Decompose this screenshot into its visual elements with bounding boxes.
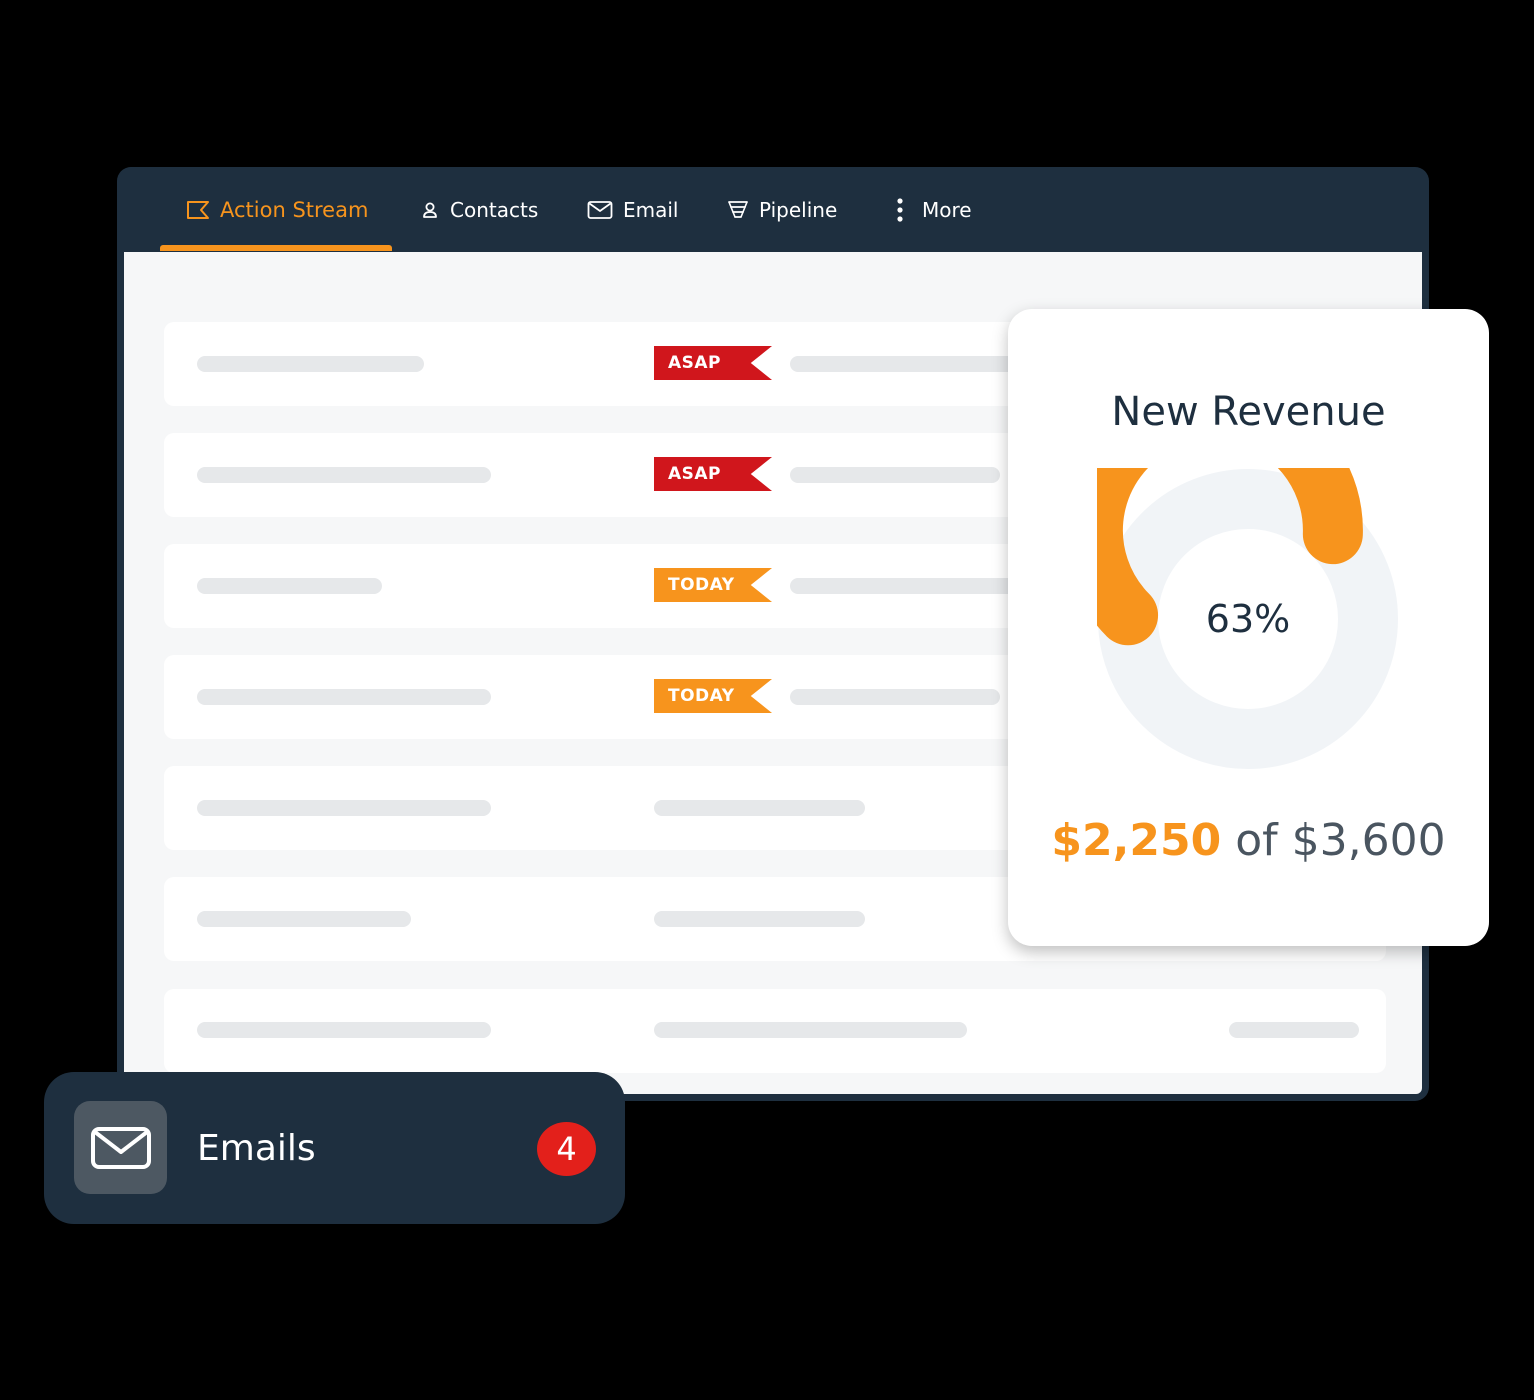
revenue-target-amount: $3,600	[1291, 815, 1446, 866]
nav-tab-contacts[interactable]: Contacts	[420, 167, 538, 252]
nav-tab-label: Pipeline	[759, 197, 838, 222]
nav-tab-label: Action Stream	[220, 197, 369, 222]
nav-tab-more[interactable]: More	[894, 167, 972, 252]
placeholder-bar	[654, 800, 865, 816]
placeholder-bar	[1229, 1022, 1359, 1038]
revenue-amount: $2,250 of $3,600	[1008, 815, 1489, 866]
placeholder-bar	[197, 911, 411, 927]
priority-flag: ASAP	[654, 346, 772, 380]
action-stream-icon	[186, 200, 210, 220]
active-tab-indicator	[160, 245, 392, 251]
stage: Action Stream Contacts Email Pipeline Mo…	[0, 0, 1534, 1400]
new-revenue-card: New Revenue 63% $2,250 of $3,600	[1008, 309, 1489, 946]
envelope-icon	[587, 200, 613, 220]
priority-flag: TODAY	[654, 679, 772, 713]
funnel-icon	[727, 199, 749, 221]
emails-label: Emails	[197, 1127, 316, 1169]
revenue-percent: 63%	[1205, 597, 1291, 641]
emails-notification[interactable]: Emails 4	[44, 1072, 625, 1224]
placeholder-bar	[197, 1022, 491, 1038]
placeholder-bar	[197, 467, 491, 483]
nav-tab-label: Email	[623, 197, 679, 222]
nav-tab-email[interactable]: Email	[587, 167, 679, 252]
nav-tab-label: More	[922, 197, 972, 222]
revenue-title: New Revenue	[1111, 389, 1386, 435]
placeholder-bar	[654, 911, 865, 927]
placeholder-bar	[790, 689, 1000, 705]
vertical-dots-icon	[894, 197, 906, 223]
stream-row[interactable]	[164, 989, 1386, 1073]
placeholder-bar	[197, 800, 491, 816]
placeholder-bar	[197, 578, 382, 594]
unread-count-badge: 4	[537, 1122, 596, 1176]
placeholder-bar	[790, 578, 1040, 594]
nav-tab-pipeline[interactable]: Pipeline	[727, 167, 837, 252]
nav-tab-label: Contacts	[450, 197, 539, 222]
priority-flag: TODAY	[654, 568, 772, 602]
revenue-current-amount: $2,250	[1051, 815, 1222, 866]
email-tile	[74, 1101, 167, 1194]
person-icon	[420, 200, 440, 220]
revenue-separator: of	[1235, 815, 1278, 866]
placeholder-bar	[790, 467, 1000, 483]
envelope-icon	[90, 1126, 151, 1169]
nav-tab-action-stream[interactable]: Action Stream	[186, 167, 368, 252]
priority-flag: ASAP	[654, 457, 772, 491]
placeholder-bar	[654, 1022, 967, 1038]
top-navigation: Action Stream Contacts Email Pipeline Mo…	[117, 167, 1429, 252]
placeholder-bar	[790, 356, 1040, 372]
placeholder-bar	[197, 689, 491, 705]
placeholder-bar	[197, 356, 424, 372]
